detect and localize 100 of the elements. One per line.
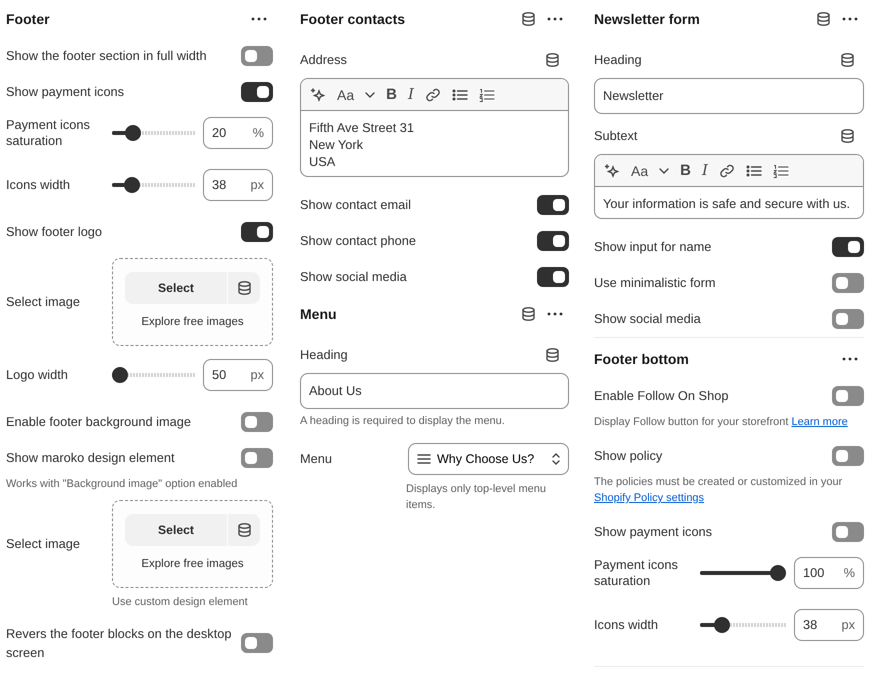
editor-text-line: USA	[309, 153, 336, 170]
database-icon	[238, 523, 250, 538]
text-field[interactable]: About Us	[300, 373, 569, 409]
setting-label: Show the footer section in full width	[6, 47, 207, 66]
editor-text-line: Fifth Ave Street 31	[309, 119, 416, 136]
slider-thumb[interactable]	[112, 367, 128, 383]
toggle-switch[interactable]	[832, 386, 864, 406]
sort-arrows-icon	[552, 453, 560, 465]
sparkle-icon[interactable]	[310, 86, 326, 102]
database-icon[interactable]	[546, 53, 559, 67]
setting-label: Show policy	[594, 447, 662, 466]
number-field[interactable]: 50 px	[203, 359, 273, 391]
more-icon[interactable]	[251, 17, 267, 21]
more-icon[interactable]	[547, 312, 563, 316]
database-icon[interactable]	[817, 12, 830, 26]
slider-thumb[interactable]	[124, 177, 140, 193]
setting-label: Icons width	[594, 617, 660, 633]
setting-label: Payment icons saturation	[594, 557, 679, 589]
font-style-button[interactable]: Aa	[337, 88, 354, 102]
database-button[interactable]	[228, 514, 260, 546]
number-field[interactable]: 20 %	[203, 117, 273, 149]
help-link[interactable]: Learn more	[791, 416, 848, 428]
setting-label: Icons width	[6, 177, 72, 193]
more-icon[interactable]	[547, 17, 563, 21]
database-icon[interactable]	[841, 129, 854, 143]
text-field[interactable]: Newsletter	[594, 78, 864, 114]
toggle-switch[interactable]	[832, 237, 864, 257]
toggle-switch[interactable]	[241, 222, 273, 242]
bold-button[interactable]: B	[680, 163, 691, 178]
setting-label: Show contact phone	[300, 232, 416, 250]
select-button[interactable]: Select	[125, 272, 227, 304]
toggle-switch[interactable]	[537, 231, 569, 251]
database-icon[interactable]	[546, 348, 559, 362]
help-text: Displays only top-level menu items.	[406, 482, 548, 513]
setting-label: Show maroko design element	[6, 449, 175, 468]
setting-label: Enable footer background image	[6, 413, 191, 432]
numbered-list-icon[interactable]	[478, 88, 495, 102]
toggle-switch[interactable]	[241, 448, 273, 468]
setting-label: Logo width	[6, 367, 69, 383]
bold-button[interactable]: B	[386, 87, 397, 102]
help-text: The policies must be created or customized in your Shopify Policy settings	[594, 475, 844, 506]
toggle-switch[interactable]	[241, 412, 273, 432]
section-title: Footer	[6, 10, 50, 28]
slider-thumb[interactable]	[714, 617, 730, 633]
toggle-switch[interactable]	[241, 82, 273, 102]
toggle-switch[interactable]	[241, 46, 273, 66]
database-icon[interactable]	[522, 307, 535, 321]
editor-text-line: Your information is safe and secure with us.	[603, 195, 852, 212]
field-label: Menu	[300, 450, 332, 468]
select-button[interactable]: Select	[125, 514, 227, 546]
database-icon[interactable]	[841, 53, 854, 67]
numbered-list-icon[interactable]	[772, 164, 789, 178]
editor-text-line: New York	[309, 136, 364, 153]
number-field[interactable]: 38 px	[794, 609, 864, 641]
italic-button[interactable]: I	[408, 87, 414, 102]
chevron-down-icon[interactable]	[365, 92, 376, 98]
toggle-switch[interactable]	[241, 633, 273, 654]
section-title: Newsletter form	[594, 10, 700, 28]
chevron-down-icon[interactable]	[659, 168, 670, 174]
toggle-switch[interactable]	[537, 195, 569, 215]
setting-label: Show payment icons	[6, 83, 124, 102]
toggle-switch[interactable]	[832, 522, 864, 542]
toggle-switch[interactable]	[832, 273, 864, 293]
more-icon[interactable]	[842, 17, 858, 21]
slider-thumb[interactable]	[770, 565, 786, 581]
toggle-switch[interactable]	[832, 446, 864, 466]
setting-label: Show footer logo	[6, 223, 102, 242]
slider-thumb[interactable]	[125, 125, 142, 141]
link-icon[interactable]	[718, 162, 735, 178]
help-link[interactable]: Shopify Policy settings	[594, 492, 704, 504]
more-icon[interactable]	[842, 357, 858, 361]
bullet-list-icon[interactable]	[746, 164, 762, 178]
rich-text-editor[interactable]: Aa B I Your information is safe and secure with us.	[594, 154, 864, 219]
setting-label: Payment icons saturation	[6, 117, 91, 149]
link-icon[interactable]	[424, 86, 441, 102]
help-text: Display Follow button for your storefront Learn more	[594, 415, 849, 430]
italic-button[interactable]: I	[702, 163, 708, 178]
bullet-list-icon[interactable]	[452, 88, 468, 102]
menu-select[interactable]: Why Choose Us?	[408, 443, 569, 475]
setting-label: Show social media	[594, 310, 701, 328]
setting-label: Show input for name	[594, 238, 712, 256]
number-field[interactable]: 100 %	[794, 557, 864, 589]
database-icon[interactable]	[522, 12, 535, 26]
font-style-button[interactable]: Aa	[631, 164, 648, 178]
setting-label: Enable Follow On Shop	[594, 387, 728, 406]
setting-label: Use minimalistic form	[594, 274, 716, 292]
explore-link[interactable]: Explore free images	[141, 556, 244, 574]
toggle-switch[interactable]	[537, 267, 569, 287]
toggle-switch[interactable]	[832, 309, 864, 329]
explore-link[interactable]: Explore free images	[141, 314, 244, 332]
setting-label: Revers the footer blocks on the desktop screen	[6, 625, 232, 662]
field-label: Heading	[594, 51, 642, 70]
setting-label: Show contact email	[300, 196, 411, 214]
number-field[interactable]: 38 px	[203, 169, 273, 201]
help-text: Use custom design element	[112, 595, 249, 610]
setting-label: Select image	[6, 535, 81, 554]
database-button[interactable]	[228, 272, 260, 304]
help-text: Works with "Background image" option enabled	[6, 477, 238, 492]
sparkle-icon[interactable]	[604, 162, 620, 178]
rich-text-editor[interactable]: Aa B I Fifth Ave Street 31 New York USA	[300, 78, 569, 177]
